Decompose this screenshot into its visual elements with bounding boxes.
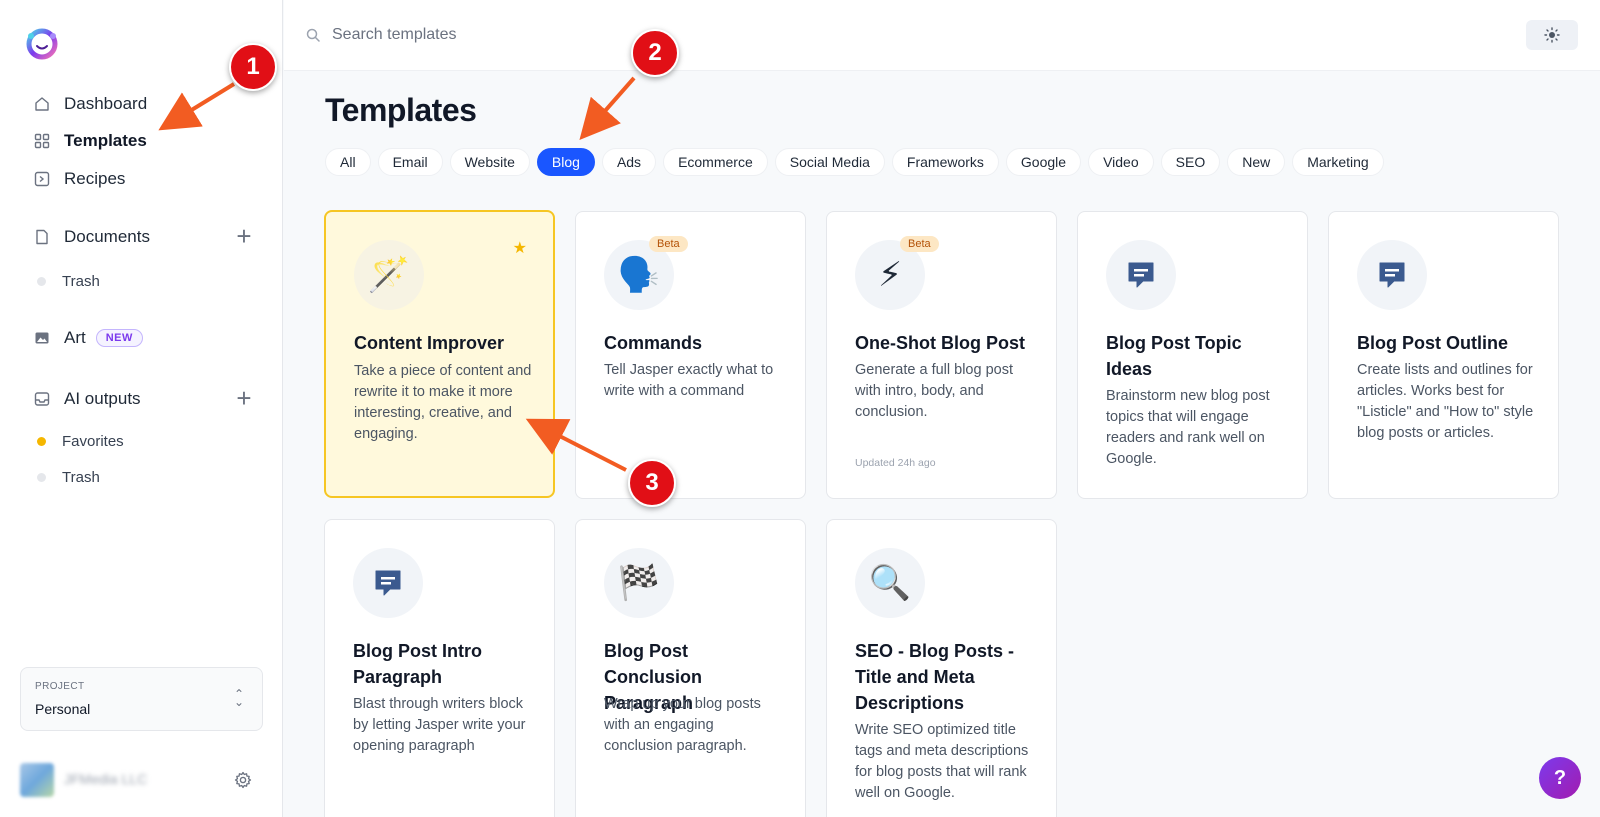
favorites-dot-icon [37,436,46,446]
filter-chip-frameworks[interactable]: Frameworks [891,148,999,176]
sidebar-item-label: Documents [64,227,150,246]
sidebar-item-label: Dashboard [64,94,148,113]
avatar[interactable] [20,763,54,797]
category-filters: All Email Website Blog Ads Ecommerce Soc… [325,148,1384,176]
help-button[interactable]: ? [1539,757,1581,799]
new-badge: NEW [95,329,143,347]
add-document-button[interactable]: + [233,223,255,249]
sidebar-item-outputs-trash[interactable]: Trash [37,467,100,487]
filter-chip-google[interactable]: Google [1005,148,1082,176]
sidebar-item-favorites[interactable]: Favorites [37,431,124,451]
theme-toggle-button[interactable] [1526,20,1578,50]
card-description: Generate a full blog post with intro, bo… [855,362,1013,420]
annotation-marker-1: 1 [229,43,277,91]
sidebar-item-ai-outputs[interactable]: AI outputs [34,387,141,411]
card-title: Commands [604,333,703,353]
filter-chip-ecommerce[interactable]: Ecommerce [663,148,768,176]
filter-chip-email[interactable]: Email [377,148,443,176]
card-title: Blog Post Intro Paragraph [353,641,482,687]
sidebar-item-label: Trash [62,468,100,486]
card-description: Take a piece of content and rewrite it t… [354,363,532,442]
filter-chip-social-media[interactable]: Social Media [774,148,885,176]
beta-badge: Beta [900,236,939,252]
project-value: Personal [35,701,91,717]
card-title: Blog Post Topic Ideas [1106,333,1242,379]
sidebar-item-documents[interactable]: Documents [34,225,150,249]
filter-chip-new[interactable]: New [1227,148,1286,176]
sidebar-item-documents-trash[interactable]: Trash [37,271,100,291]
card-title: Content Improver [354,333,505,353]
user-row: JFMedia LLC [20,763,263,797]
filter-chip-seo[interactable]: SEO [1160,148,1221,176]
filter-chip-video[interactable]: Video [1088,148,1154,176]
sidebar-item-label: Templates [64,131,147,150]
card-description: Brainstorm new blog post topics that wil… [1106,388,1270,467]
trash-dot-icon [37,472,46,482]
chevron-up-down-icon: ⌃ ⌄ [233,687,244,709]
template-card-content-improver[interactable]: 🪄 ★ Content Improver Take a piece of con… [324,210,555,498]
card-title: SEO - Blog Posts - Title and Meta Descri… [855,641,1015,713]
gear-icon[interactable] [234,771,252,789]
magic-wand-icon: 🪄 [354,240,424,310]
sun-icon [1544,27,1560,43]
card-title: Blog Post Outline [1357,333,1508,353]
inbox-icon [34,392,50,406]
sidebar-item-dashboard[interactable]: Dashboard [34,92,147,116]
filter-chip-marketing[interactable]: Marketing [1292,148,1384,176]
filter-chip-website[interactable]: Website [449,148,530,176]
trash-dot-icon [37,276,46,286]
filter-chip-blog[interactable]: Blog [536,148,595,176]
message-icon [353,548,423,618]
template-card-seo-blog-posts[interactable]: 🔍 SEO - Blog Posts - Title and Meta Desc… [826,519,1057,817]
message-icon [1106,240,1176,310]
template-card-blog-post-intro-paragraph[interactable]: Blog Post Intro Paragraph Blast through … [324,519,555,817]
document-icon [36,229,48,245]
template-card-one-shot-blog-post[interactable]: ⚡ Beta One-Shot Blog Post Generate a ful… [826,211,1057,499]
star-icon[interactable]: ★ [513,238,527,258]
card-description: Tell Jasper exactly what to write with a… [604,362,774,399]
template-card-blog-post-outline[interactable]: Blog Post Outline Create lists and outli… [1328,211,1559,499]
grid-icon [34,133,50,149]
image-icon [35,332,49,344]
magnifier-icon: 🔍 [855,548,925,618]
jasper-logo-icon[interactable] [24,26,60,60]
sidebar: Dashboard Templates Recipes Documents + … [0,0,283,817]
page-title: Templates [325,92,477,128]
message-icon [1357,240,1427,310]
sidebar-item-templates[interactable]: Templates [34,129,147,153]
sidebar-item-label: Favorites [62,432,124,450]
add-ai-output-button[interactable]: + [233,385,255,411]
home-icon [35,97,49,111]
card-description: Wrap up your blog posts with an engaging… [604,696,761,754]
search-icon [306,28,320,42]
card-description: Create lists and outlines for articles. … [1357,362,1534,441]
card-description: Blast through writers block by letting J… [353,696,526,754]
beta-badge: Beta [649,236,688,252]
updated-timestamp: Updated 24h ago [855,457,936,469]
recipe-icon [34,171,50,187]
template-card-commands[interactable]: 🗣️ Beta Commands Tell Jasper exactly wha… [575,211,806,499]
filter-chip-all[interactable]: All [325,148,371,176]
template-card-blog-post-topic-ideas[interactable]: Blog Post Topic Ideas Brainstorm new blo… [1077,211,1308,499]
card-description: Write SEO optimized title tags and meta … [855,722,1029,801]
project-label: PROJECT [35,681,85,692]
project-selector[interactable]: PROJECT Personal ⌃ ⌄ [20,667,263,731]
user-name: JFMedia LLC [64,771,148,787]
filter-chip-ads[interactable]: Ads [601,148,657,176]
annotation-marker-3: 3 [628,459,676,507]
sidebar-item-art[interactable]: Art NEW [34,326,143,350]
sidebar-item-label: Trash [62,272,100,290]
sidebar-item-label: Recipes [64,169,126,188]
sidebar-item-label: AI outputs [64,389,141,408]
sidebar-item-label: Art [64,328,86,347]
card-title: One-Shot Blog Post [855,333,1025,353]
annotation-marker-2: 2 [631,29,679,77]
template-card-blog-post-conclusion-paragraph[interactable]: 🏁 Blog Post Conclusion Paragraph Wrap up… [575,519,806,817]
sidebar-item-recipes[interactable]: Recipes [34,167,125,191]
checkered-flag-icon: 🏁 [604,548,674,618]
topbar [284,0,1600,71]
arrow-2 [579,76,636,141]
